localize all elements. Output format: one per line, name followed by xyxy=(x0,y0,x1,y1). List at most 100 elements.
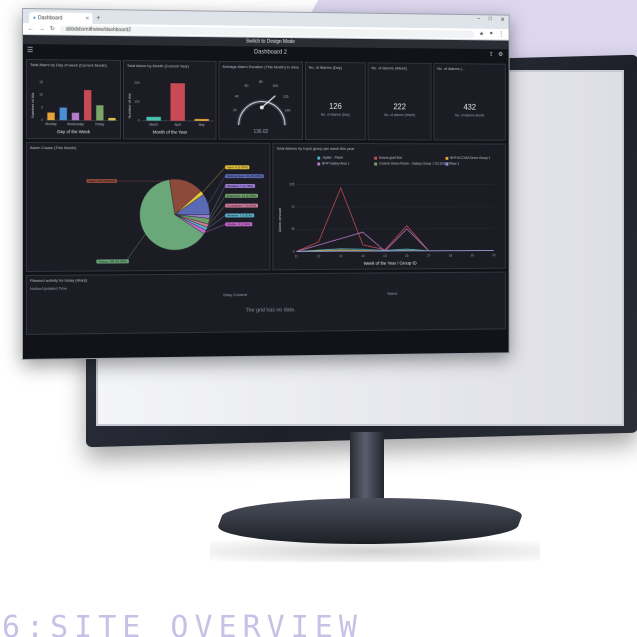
pie-leader-line xyxy=(208,206,225,226)
pie-slice-label: Wildlife: 8 (1.84%) xyxy=(225,222,253,227)
column-header-name[interactable]: Name xyxy=(387,291,397,296)
bar[interactable] xyxy=(108,118,117,122)
bar[interactable] xyxy=(47,112,55,121)
kpi-alarms-day: No. of Alarms (Day) 126 No. of Alarms (D… xyxy=(304,61,366,141)
grid-line xyxy=(296,229,494,230)
panel-alarm-cause-pie: Alarm Cause (This Month) Fault: 1.83 (16… xyxy=(25,142,271,273)
kpi-alarms-week: No. of alarms (Week) 222 No. of alarms (… xyxy=(367,62,432,141)
svg-text:20: 20 xyxy=(233,108,237,112)
y-tick-label: 35 xyxy=(291,227,295,231)
svg-text:80: 80 xyxy=(259,80,263,84)
pie-slice-label: Contractors: 7 (1.61%) xyxy=(225,203,259,208)
settings-gear-icon[interactable]: ⚙ xyxy=(498,49,503,62)
pie-slice-label: Fault: 1.83 (16.83%) xyxy=(86,179,118,184)
browser-menu-icon[interactable]: ⋮ xyxy=(498,31,504,38)
kpi-value: 432 xyxy=(463,102,476,112)
browser-tab[interactable]: ● Dashboard ✕ xyxy=(28,12,93,24)
kpi-value: 126 xyxy=(329,102,342,111)
grid-empty-message: The grid has no data. xyxy=(245,307,296,314)
x-tick-label: 20 xyxy=(492,253,495,257)
tab-favicon-icon: ● xyxy=(32,14,36,21)
x-tick-label: Wednesday xyxy=(67,122,84,126)
panel-planned-activity-grid: Planned activity for today (Alarp) Notic… xyxy=(25,271,506,335)
y-tick-label: 70 xyxy=(291,205,295,209)
panel-title: No. of Alarms (... xyxy=(437,65,465,72)
x-axis-title: Month of the Year xyxy=(152,129,188,135)
bar[interactable] xyxy=(96,105,105,122)
kpi-value: 222 xyxy=(393,102,406,112)
pie-slice-label: Weather: 7 (1.61%) xyxy=(225,213,255,218)
y-tick-label: 105 xyxy=(289,183,294,187)
x-tick-label: May xyxy=(199,123,205,127)
x-tick-label: 12 xyxy=(317,254,321,258)
x-tick-label: 16 xyxy=(405,254,409,258)
x-tick-label: 15 xyxy=(383,254,387,258)
column-header-time[interactable]: Notice/Updated Time xyxy=(30,286,67,291)
pie-slice-label: Nothing Seen: 41 (10.29%) xyxy=(225,174,264,179)
bookmark-star-icon[interactable]: ★ xyxy=(479,31,484,38)
kpi-label: No. of Alarms (Day) xyxy=(320,112,350,117)
browser-window: ● Dashboard ✕ + – □ ✕ ← → ↻ abbdsbsmithv… xyxy=(22,8,510,360)
column-header-content[interactable]: Diary Content xyxy=(223,292,247,297)
panel-alarm-duration-gauge: Average Alarm Duration (This Month) in m… xyxy=(218,60,304,140)
pie-leader-line xyxy=(210,186,226,217)
bar[interactable] xyxy=(72,113,80,121)
y-tick-label: 0 xyxy=(138,119,140,123)
pie-slice-label: Mistaken: 7 (1.76%) xyxy=(225,184,255,188)
kpi-label: No. of Alarms Month xyxy=(454,113,485,118)
kpi-label: No. of alarms (Week) xyxy=(384,113,416,118)
y-tick-label: 15 xyxy=(39,80,43,84)
x-tick-label: April xyxy=(175,123,181,127)
panel-title: No. of Alarms (Day) xyxy=(308,64,342,70)
profile-icon[interactable]: ● xyxy=(490,31,493,38)
panel-alarms-by-group: Total Alarms by Input group per week thi… xyxy=(272,142,506,271)
svg-text:140: 140 xyxy=(285,109,291,113)
dashboard-title: Dashboard 2 xyxy=(253,49,287,56)
y-tick-label: 100 xyxy=(134,100,139,104)
hamburger-menu-icon[interactable]: ☰ xyxy=(27,44,33,57)
pie-chart xyxy=(27,143,271,273)
close-window-button[interactable]: ✕ xyxy=(500,16,505,23)
back-icon[interactable]: ← xyxy=(28,26,34,32)
x-tick-label: 11 xyxy=(295,254,298,258)
panel-title: No. of alarms (Week) xyxy=(371,65,407,71)
svg-text:100: 100 xyxy=(272,84,278,88)
svg-text:60: 60 xyxy=(245,84,249,88)
series-line[interactable] xyxy=(296,229,494,252)
svg-text:40: 40 xyxy=(235,95,239,99)
bar[interactable] xyxy=(59,107,68,121)
maximize-button[interactable]: □ xyxy=(489,16,492,23)
bar[interactable] xyxy=(146,116,161,121)
section-caption: 6:SITE OVERVIEW xyxy=(2,610,363,637)
pie-slice-label: Input: 9 (2.07%) xyxy=(225,165,250,170)
marketing-scene: ● Dashboard ✕ + – □ ✕ ← → ↻ abbdsbsmithv… xyxy=(0,0,637,637)
bar[interactable] xyxy=(170,83,185,121)
close-tab-icon[interactable]: ✕ xyxy=(85,15,89,21)
x-tick-label: 19 xyxy=(471,253,475,257)
x-tick-label: 13 xyxy=(339,254,343,258)
tab-title: Dashboard xyxy=(37,14,63,22)
panel-title: Planned activity for today (Alarp) xyxy=(29,277,88,283)
pie-leader-line xyxy=(126,234,145,261)
pie-leader-line xyxy=(202,167,225,192)
series-line[interactable] xyxy=(296,188,494,252)
gauge-value: 136.02 xyxy=(253,129,269,135)
y-tick-label: 0 xyxy=(293,250,295,254)
new-tab-button[interactable]: + xyxy=(96,13,100,24)
panel-alarms-by-month: Total Alarm by Month (Current Year) Numb… xyxy=(122,59,217,140)
pie-slice-label: Engineers: 12 (2.76%) xyxy=(225,193,258,198)
pie-slice-label: Testing: 288 (66.89%) xyxy=(96,259,130,264)
bar[interactable] xyxy=(194,118,209,121)
reload-icon[interactable]: ↻ xyxy=(50,25,55,32)
bar[interactable] xyxy=(84,90,92,121)
y-tick-label: 200 xyxy=(134,81,139,85)
share-icon[interactable]: ⇪ xyxy=(489,49,494,62)
forward-icon[interactable]: → xyxy=(39,26,45,32)
y-tick-label: 0 xyxy=(41,118,43,122)
x-tick-label: 14 xyxy=(361,254,365,258)
y-tick-label: 10 xyxy=(39,93,43,97)
x-tick-label: Monday xyxy=(45,122,57,126)
x-tick-label: 17 xyxy=(427,254,431,258)
y-tick-label: 5 xyxy=(41,105,43,109)
minimize-button[interactable]: – xyxy=(477,16,480,23)
